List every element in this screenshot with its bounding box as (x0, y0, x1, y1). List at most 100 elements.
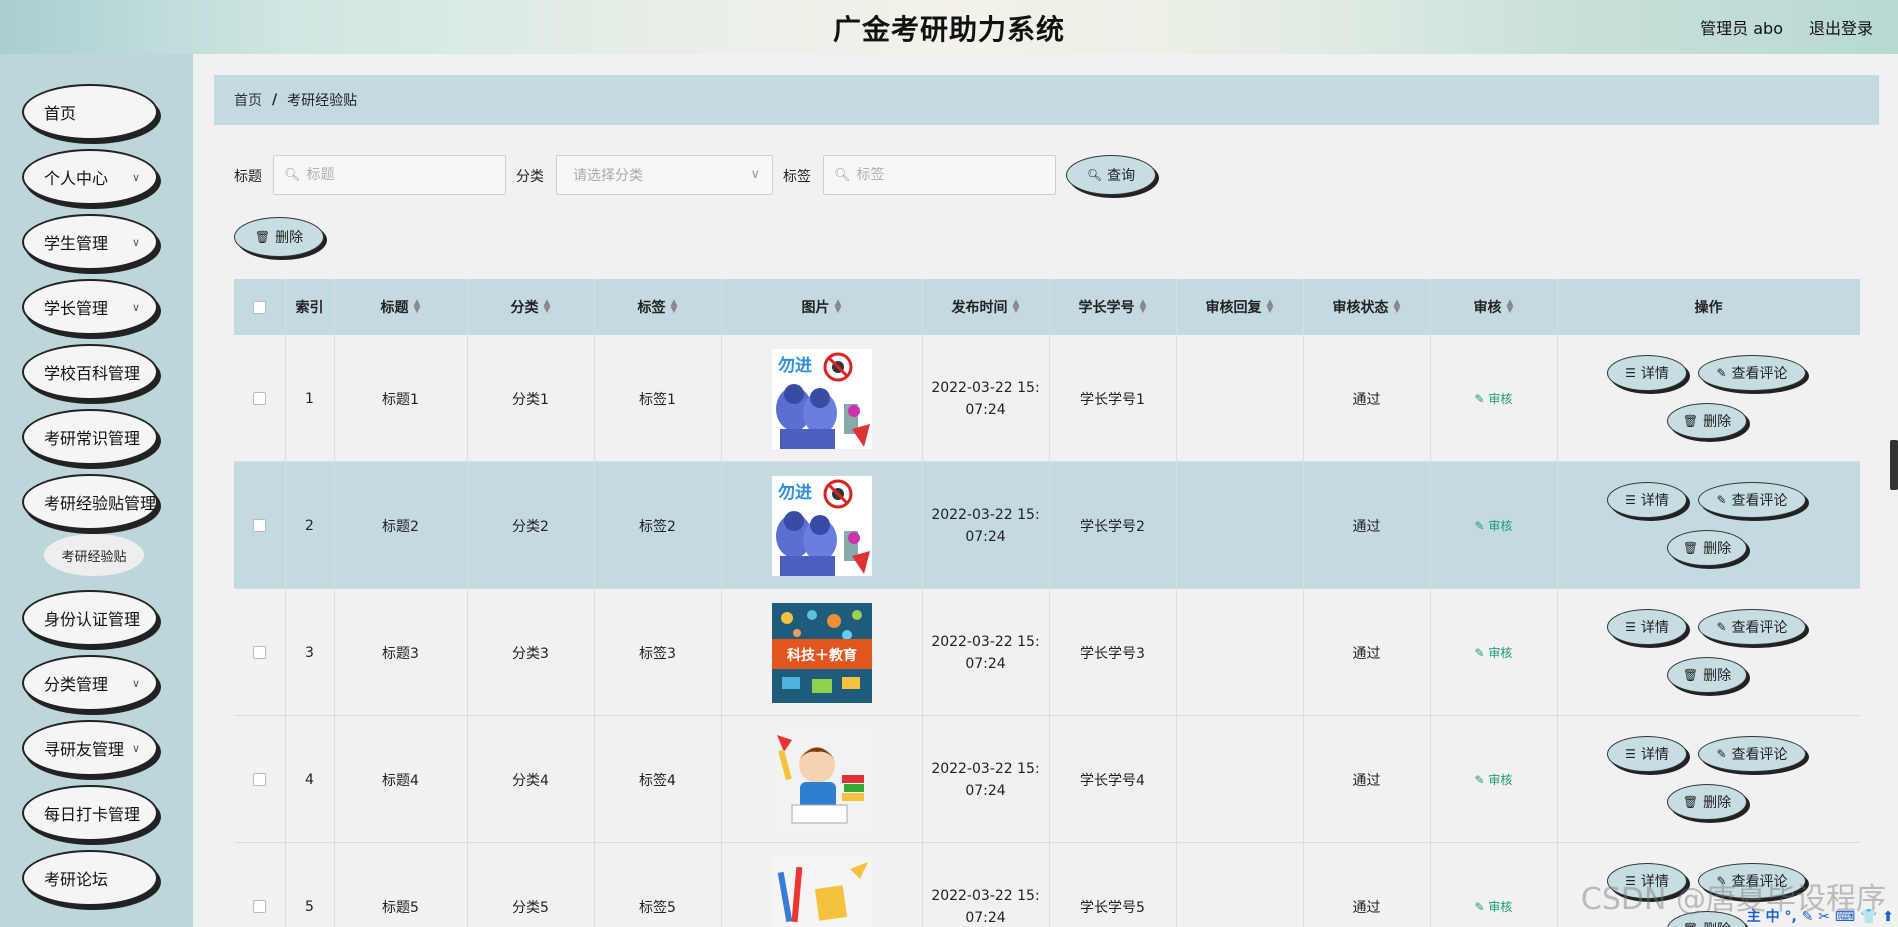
row-actions-cell: ☰ 详情 ✎ 查看评论 🗑︎ 删除 (1557, 462, 1860, 589)
row-audit-status: 通过 (1352, 772, 1381, 789)
sidebar: 首页个人中心 ∨ 学生管理 ∨ 学长管理 ∨ 学校百科管理 考研常识管理 考研经验贴管理 身份认证… (0, 54, 193, 927)
row-checkbox[interactable] (253, 900, 266, 913)
column-header[interactable]: 审核 ▲ ▼ (1430, 279, 1557, 335)
row-delete-button[interactable]: 🗑︎ 删除 (1667, 403, 1747, 439)
row-audit-cell: ✎ 审核 (1430, 589, 1557, 716)
audit-link[interactable]: ✎ 审核 (1475, 644, 1513, 661)
column-header-label: 标签 (637, 300, 666, 316)
view-comments-button[interactable]: ✎ 查看评论 (1698, 482, 1806, 518)
sidebar-item-label: 分类管理 (44, 675, 109, 694)
sidebar-item[interactable]: 考研论坛 (22, 850, 158, 906)
sort-icon[interactable]: ▲ ▼ (1507, 299, 1514, 315)
table-row[interactable]: 2 标题2 分类2 标签2 勿进 2022-03-22 15: 07:24 学长学号2 通过 ✎ … (234, 462, 1860, 589)
row-audit-reply (1176, 335, 1303, 462)
row-thumbnail[interactable] (771, 729, 872, 830)
sidebar-subitem-posts[interactable]: 考研经验贴 (44, 534, 144, 576)
edit-icon: ✎ (1474, 900, 1489, 914)
sort-icon[interactable]: ▲ ▼ (1394, 299, 1401, 315)
sidebar-item[interactable]: 个人中心 ∨ (22, 149, 158, 205)
detail-button[interactable]: ☰ 详情 (1607, 609, 1687, 645)
sidebar-item[interactable]: 学长管理 ∨ (22, 279, 158, 335)
row-student-no: 学长学号5 (1080, 899, 1145, 916)
category-select[interactable]: 请选择分类 ∨ (556, 155, 773, 195)
sidebar-item[interactable]: 寻研友管理 ∨ (22, 720, 158, 776)
audit-link[interactable]: ✎ 审核 (1475, 390, 1513, 407)
query-button[interactable]: 🔍︎ 查询 (1066, 155, 1156, 195)
column-header-label: 审核状态 (1332, 300, 1389, 316)
tag-filter-input[interactable] (856, 167, 1017, 183)
row-thumbnail[interactable]: 勿进 (771, 348, 872, 449)
sidebar-item[interactable]: 考研常识管理 (22, 409, 158, 465)
sidebar-item[interactable]: 考研经验贴管理 (22, 474, 158, 530)
logout-link[interactable]: 退出登录 (1809, 15, 1873, 39)
view-comments-button[interactable]: ✎ 查看评论 (1698, 736, 1806, 772)
title-filter-input[interactable] (306, 167, 467, 183)
column-divider (334, 335, 335, 462)
column-header[interactable]: 发布时间 ▲ ▼ (922, 279, 1049, 335)
detail-button[interactable]: ☰ 详情 (1607, 482, 1687, 518)
row-checkbox[interactable] (253, 392, 266, 405)
row-thumbnail[interactable]: 勿进 (771, 475, 872, 576)
sidebar-item[interactable]: 每日打卡管理 (22, 785, 158, 841)
row-thumbnail[interactable]: 科技＋教育 (771, 602, 872, 703)
column-header[interactable]: 审核回复 ▲ ▼ (1176, 279, 1303, 335)
sort-icon[interactable]: ▲ ▼ (1013, 299, 1020, 315)
table-row[interactable]: 4 标题4 分类4 标签4 2022-03-22 15: 07:24 学长学号4 通过 ✎ 审核… (234, 716, 1860, 843)
column-divider (334, 716, 335, 843)
view-comments-button[interactable]: ✎ 查看评论 (1698, 355, 1806, 391)
title-filter-box[interactable]: 🔍︎ (273, 155, 506, 195)
trash-icon: 🗑︎ (1682, 414, 1699, 428)
sort-icon[interactable]: ▲ ▼ (671, 299, 678, 315)
audit-link[interactable]: ✎ 审核 (1475, 771, 1513, 788)
row-thumbnail[interactable] (771, 856, 872, 927)
row-checkbox[interactable] (253, 773, 266, 786)
column-divider (1557, 279, 1558, 335)
column-divider (721, 462, 722, 589)
view-comments-button[interactable]: ✎ 查看评论 (1698, 609, 1806, 645)
audit-link[interactable]: ✎ 审核 (1475, 898, 1513, 915)
sort-icon[interactable]: ▲ ▼ (1267, 299, 1274, 315)
column-header[interactable]: 标题 ▲ ▼ (334, 279, 467, 335)
sidebar-item[interactable]: 分类管理 ∨ (22, 655, 158, 711)
tag-filter-box[interactable]: 🔍︎ (823, 155, 1056, 195)
row-delete-button[interactable]: 🗑︎ 删除 (1667, 784, 1747, 820)
sidebar-item-label: 学生管理 (44, 234, 109, 253)
view-comments-button-label: 查看评论 (1731, 747, 1788, 763)
column-header[interactable]: 学长学号 ▲ ▼ (1049, 279, 1176, 335)
page-scrollbar[interactable] (1890, 440, 1898, 490)
column-divider (594, 335, 595, 462)
sidebar-item[interactable]: 首页 (22, 84, 158, 140)
sort-icon[interactable]: ▲ ▼ (414, 299, 421, 315)
column-header[interactable]: 图片 ▲ ▼ (721, 279, 922, 335)
row-delete-button[interactable]: 🗑︎ 删除 (1667, 530, 1747, 566)
chevron-down-icon: ∨ (131, 236, 140, 249)
detail-button[interactable]: ☰ 详情 (1607, 736, 1687, 772)
column-divider (285, 843, 286, 927)
column-header[interactable]: 标签 ▲ ▼ (594, 279, 721, 335)
column-divider (922, 589, 923, 716)
column-header[interactable]: 审核状态 ▲ ▼ (1303, 279, 1430, 335)
breadcrumb-home[interactable]: 首页 (234, 90, 262, 110)
detail-button[interactable]: ☰ 详情 (1607, 355, 1687, 391)
select-all-checkbox[interactable] (253, 300, 266, 314)
table-row[interactable]: 3 标题3 分类3 标签3 科技＋教育 2022-03-22 15: 07:24 学长学号3 通… (234, 589, 1860, 716)
sidebar-item[interactable]: 身份认证管理 (22, 590, 158, 646)
sidebar-item[interactable]: 学校百科管理 (22, 344, 158, 400)
row-delete-button-label: 删除 (1703, 541, 1732, 557)
row-delete-button[interactable]: 🗑︎ 删除 (1667, 657, 1747, 693)
column-header[interactable]: 分类 ▲ ▼ (467, 279, 594, 335)
row-tag: 标签4 (639, 772, 676, 789)
sidebar-item-label: 寻研友管理 (44, 740, 125, 759)
sort-icon[interactable]: ▲ ▼ (835, 299, 842, 315)
row-checkbox[interactable] (253, 519, 266, 532)
batch-delete-button[interactable]: 🗑︎ 删除 (234, 217, 324, 257)
table-row[interactable]: 1 标题1 分类1 标签1 勿进 2022-03-22 15: 07:24 学长学号1 通过 ✎ … (234, 335, 1860, 462)
row-delete-button-label: 删除 (1703, 668, 1732, 684)
sort-icon[interactable]: ▲ ▼ (1140, 299, 1147, 315)
row-checkbox[interactable] (253, 646, 266, 659)
column-divider (285, 716, 286, 843)
sort-icon[interactable]: ▲ ▼ (544, 299, 551, 315)
sidebar-item[interactable]: 学生管理 ∨ (22, 214, 158, 270)
audit-link[interactable]: ✎ 审核 (1475, 517, 1513, 534)
row-publish-time: 2022-03-22 15: 07:24 (922, 462, 1049, 589)
